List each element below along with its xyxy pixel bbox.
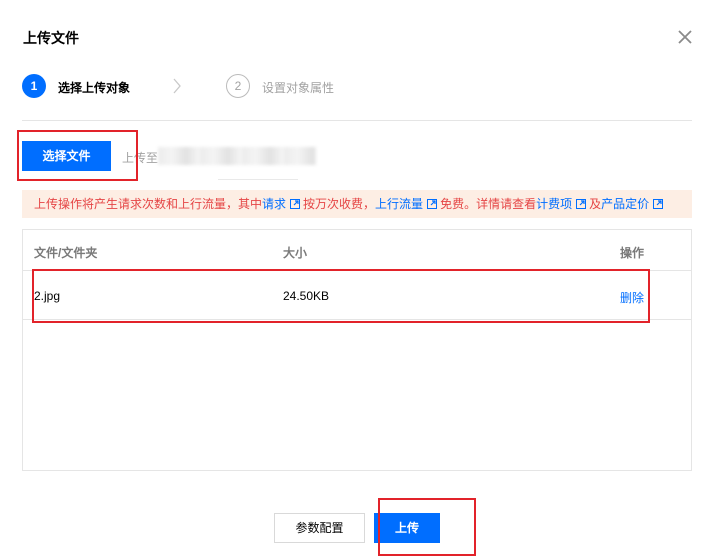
step-2-indicator: 2 (226, 74, 250, 98)
column-header-size: 大小 (283, 246, 308, 260)
external-link-icon[interactable] (653, 199, 664, 209)
column-header-action: 操作 (620, 246, 645, 260)
chevron-right-icon (173, 78, 181, 94)
step-1-label: 选择上传对象 (58, 81, 131, 95)
upload-button[interactable]: 上传 (374, 513, 440, 543)
steps-divider (22, 120, 692, 121)
upload-destination-label: 上传至 (122, 151, 159, 165)
dialog-title: 上传文件 (23, 30, 79, 46)
table-header-divider (23, 270, 691, 271)
notice-text-3: 免费。详情请查看 (440, 197, 537, 211)
billing-items-link[interactable]: 计费项 (536, 197, 572, 211)
delete-link[interactable]: 删除 (620, 289, 644, 306)
notice-text-1: 上传操作将产生请求次数和上行流量，其中 (34, 197, 263, 211)
parameter-config-button[interactable]: 参数配置 (274, 513, 365, 543)
column-header-file: 文件/文件夹 (34, 246, 98, 260)
file-name-cell: 2.jpg (34, 289, 61, 303)
step-1-indicator: 1 (22, 74, 46, 98)
upstream-traffic-link[interactable]: 上行流量 (375, 197, 423, 211)
step-2-label: 设置对象属性 (262, 81, 335, 95)
notice-text-4: 及 (589, 197, 602, 211)
requests-link[interactable]: 请求 (262, 197, 286, 211)
external-link-icon[interactable] (290, 199, 301, 209)
close-icon[interactable] (676, 28, 694, 46)
file-table: 文件/文件夹 大小 操作 2.jpg 24.50KB 删除 (22, 229, 692, 471)
billing-notice: 上传操作将产生请求次数和上行流量，其中请求 按万次收费，上行流量 免费。详情请查看计… (22, 190, 692, 218)
notice-text-2: 按万次收费， (303, 197, 376, 211)
table-row-divider (23, 319, 691, 320)
file-size-cell: 24.50KB (283, 289, 330, 303)
select-file-button[interactable]: 选择文件 (22, 141, 111, 171)
blur-artifact (218, 179, 298, 180)
external-link-icon[interactable] (576, 199, 587, 209)
product-pricing-link[interactable]: 产品定价 (601, 197, 649, 211)
external-link-icon[interactable] (427, 199, 438, 209)
upload-destination-path-blurred (158, 147, 316, 165)
